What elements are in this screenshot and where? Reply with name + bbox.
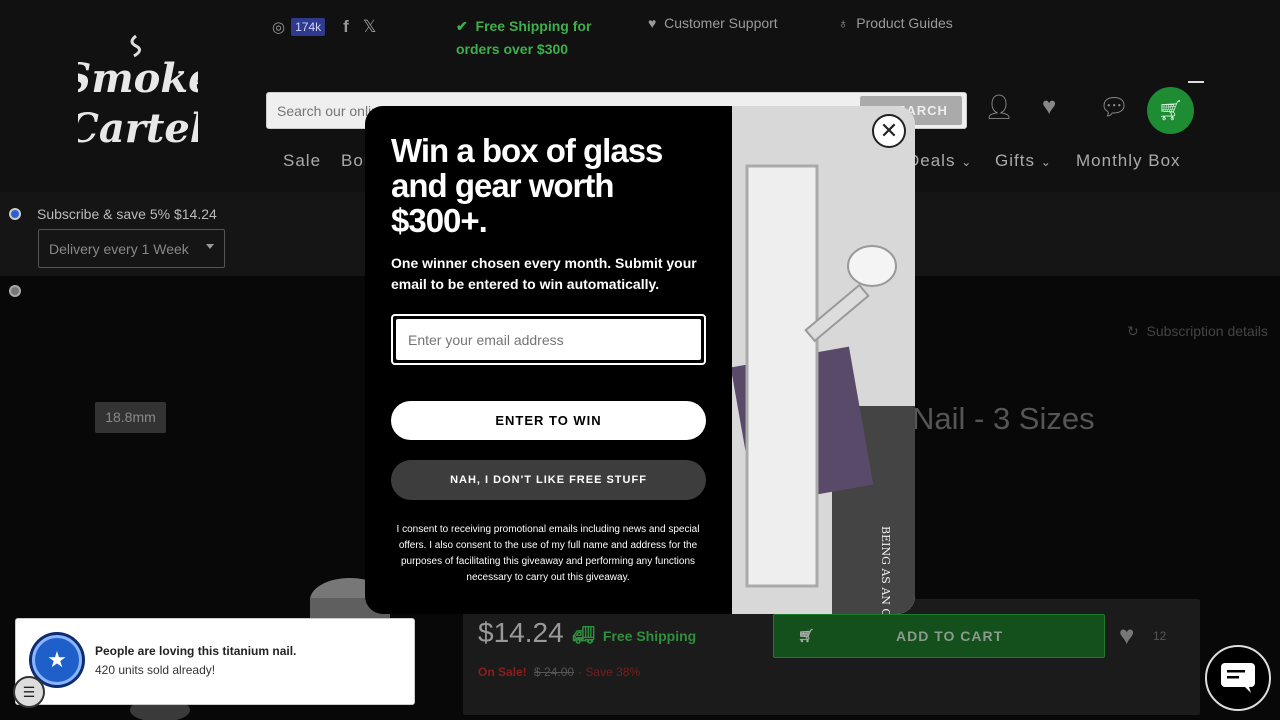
social-proof-subtitle: 420 units sold already! bbox=[95, 663, 216, 677]
image-overlay-text: BEING AS AN OCEAN bbox=[879, 526, 892, 614]
consent-text: I consent to receiving promotional email… bbox=[396, 524, 700, 583]
modal-product-photo: BEING AS AN OCEAN bbox=[732, 106, 915, 614]
add-to-cart-button[interactable]: 🛒︎ ADD TO CART bbox=[773, 614, 1105, 658]
on-sale-label: On Sale! bbox=[478, 665, 527, 679]
smoke-cartel-logo[interactable]: Smoke Cartel bbox=[78, 32, 198, 156]
close-icon: ✕ bbox=[879, 118, 899, 143]
customer-support-link[interactable]: ♥ Customer Support bbox=[648, 15, 778, 31]
instagram-follower-count: 174k bbox=[291, 18, 326, 36]
savings-text: - Save 38% bbox=[578, 665, 641, 679]
email-field[interactable] bbox=[396, 319, 701, 360]
chat-icon bbox=[1221, 663, 1255, 693]
enter-to-win-button[interactable]: ENTER TO WIN bbox=[391, 401, 706, 440]
chat-bubble-icon[interactable]: 💬︎ bbox=[1099, 93, 1129, 122]
nav-deals[interactable]: Deals ⌄ bbox=[907, 151, 972, 171]
cart-icon: 🛒︎ bbox=[798, 628, 816, 643]
truck-icon: 🚚︎ bbox=[572, 625, 595, 645]
modal-headline: Win a box of glass and gear worth $300+. bbox=[391, 132, 663, 239]
chevron-down-icon: ⌄ bbox=[961, 155, 973, 169]
customer-support-label: Customer Support bbox=[664, 15, 778, 31]
close-modal-button[interactable]: ✕ bbox=[872, 114, 906, 148]
nav-monthly-box[interactable]: Monthly Box bbox=[1076, 151, 1181, 171]
wishlist-heart-icon[interactable]: ♥ bbox=[1119, 620, 1134, 651]
social-proof-popup[interactable]: ★ People are loving this titanium nail. … bbox=[15, 618, 415, 705]
accessibility-settings-icon[interactable]: ☰ bbox=[13, 676, 45, 708]
free-shipping-text: Free Shipping for orders over $300 bbox=[456, 18, 592, 57]
cart-icon: 🛒︎ bbox=[1157, 100, 1184, 122]
nav-gifts[interactable]: Gifts ⌄ bbox=[995, 151, 1052, 171]
account-icon[interactable]: 👤︎ bbox=[984, 93, 1014, 122]
product-title: Nail - 3 Sizes bbox=[912, 401, 1095, 436]
original-price: $ 24.00 bbox=[534, 665, 575, 679]
subscription-details-label: Subscription details bbox=[1146, 323, 1268, 339]
chevron-down-icon: ⌄ bbox=[1040, 155, 1052, 169]
add-to-cart-label: ADD TO CART bbox=[896, 628, 1004, 644]
subscribe-label: Subscribe & save 5% $14.24 bbox=[37, 206, 217, 222]
instagram-icon[interactable]: ◎ bbox=[272, 18, 285, 36]
decline-button[interactable]: NAH, I DON'T LIKE FREE STUFF bbox=[391, 460, 706, 500]
giveaway-modal: Win a box of glass and gear worth $300+.… bbox=[365, 106, 915, 614]
social-links: ◎ 174k f 𝕏 bbox=[272, 17, 377, 37]
product-price: $14.24 bbox=[478, 617, 564, 648]
facebook-icon[interactable]: f bbox=[343, 17, 349, 37]
dropdown-caret-icon bbox=[206, 244, 214, 249]
subscription-details-link[interactable]: ↻ Subscription details bbox=[1127, 323, 1268, 340]
sale-info: On Sale! $ 24.00- Save 38% bbox=[478, 665, 640, 679]
refresh-icon: ↻ bbox=[1127, 323, 1139, 339]
cart-count-marker bbox=[1188, 81, 1204, 83]
live-chat-button[interactable] bbox=[1205, 645, 1271, 711]
email-field-wrapper bbox=[391, 314, 706, 365]
cart-button[interactable]: 🛒︎ bbox=[1147, 87, 1194, 134]
nav-gifts-label: Gifts bbox=[995, 151, 1035, 170]
product-guides-label: Product Guides bbox=[856, 15, 953, 31]
svg-text:Smoke: Smoke bbox=[78, 55, 198, 102]
wishlist-heart-icon[interactable]: ♥ bbox=[1042, 93, 1056, 121]
modal-content: Win a box of glass and gear worth $300+.… bbox=[365, 106, 732, 614]
social-proof-title: People are loving this titanium nail. bbox=[95, 644, 297, 658]
delivery-frequency-value: Delivery every 1 Week bbox=[49, 241, 189, 257]
free-shipping-promo[interactable]: ✔ Free Shipping for orders over $300 bbox=[456, 15, 616, 61]
nav-sale[interactable]: Sale bbox=[283, 151, 321, 171]
subscribe-radio[interactable] bbox=[9, 208, 21, 220]
heart-icon: ♥ bbox=[648, 15, 657, 31]
lightbulb-icon: ♁ bbox=[838, 15, 849, 31]
wishlist-count: 12 bbox=[1153, 629, 1167, 643]
check-icon: ✔ bbox=[456, 18, 468, 34]
one-time-purchase-radio[interactable] bbox=[9, 285, 21, 297]
free-shipping-badge: 🚚︎ Free Shipping bbox=[572, 625, 696, 646]
product-guides-link[interactable]: ♁ Product Guides bbox=[838, 15, 953, 31]
svg-text:Cartel: Cartel bbox=[78, 105, 198, 152]
star-badge-icon: ★ bbox=[32, 635, 82, 685]
size-option-18-8mm[interactable]: 18.8mm bbox=[95, 402, 166, 433]
free-shipping-label: Free Shipping bbox=[602, 627, 697, 644]
delivery-frequency-select[interactable]: Delivery every 1 Week bbox=[38, 229, 225, 268]
x-twitter-icon[interactable]: 𝕏 bbox=[363, 17, 377, 37]
modal-subtext: One winner chosen every month. Submit yo… bbox=[391, 255, 697, 292]
glass-bong-image: BEING AS AN OCEAN bbox=[732, 106, 915, 614]
